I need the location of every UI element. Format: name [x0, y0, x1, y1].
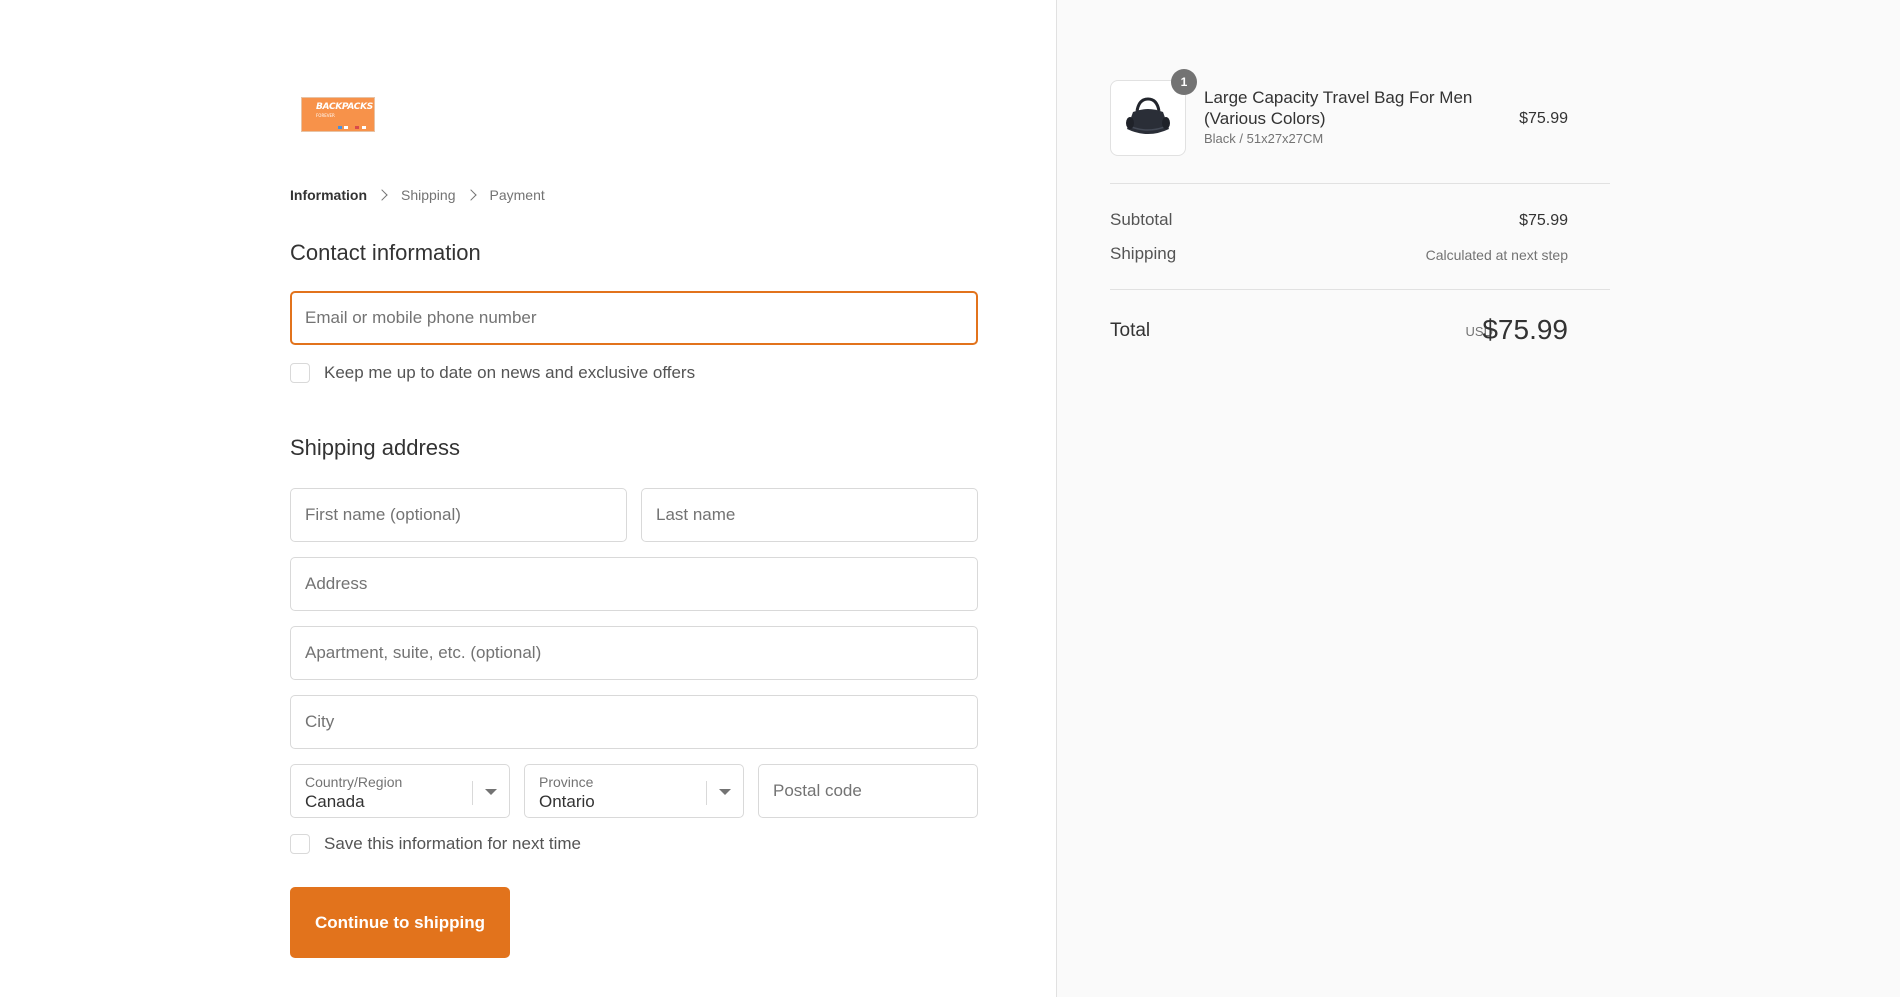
country-select[interactable]: Country/Region Canada	[290, 764, 510, 818]
postal-code-field[interactable]	[758, 764, 978, 818]
province-select-value: Ontario	[539, 792, 595, 811]
last-name-input[interactable]	[642, 489, 977, 541]
logo-dot-icon	[344, 126, 348, 129]
province-select[interactable]: Province Ontario	[524, 764, 744, 818]
apartment-field[interactable]	[290, 626, 978, 680]
email-input[interactable]	[292, 293, 976, 343]
country-select-label: Country/Region	[305, 774, 403, 790]
shipping-value: Calculated at next step	[1425, 247, 1568, 263]
breadcrumb-information[interactable]: Information	[290, 187, 367, 203]
quantity-badge: 1	[1171, 69, 1197, 95]
address-field[interactable]	[290, 557, 978, 611]
city-input[interactable]	[291, 696, 977, 748]
logo-dot-icon	[338, 126, 342, 129]
address-input[interactable]	[291, 558, 977, 610]
select-divider	[706, 781, 707, 805]
chevron-right-icon	[376, 189, 388, 201]
breadcrumb-payment: Payment	[489, 187, 545, 203]
logo-wordmark: BACKPACKS	[316, 102, 373, 112]
chevron-right-icon	[464, 189, 477, 201]
subtotal-label: Subtotal	[1110, 210, 1173, 229]
save-info-checkbox[interactable]	[290, 834, 310, 854]
divider	[1110, 183, 1610, 184]
caret-down-icon	[719, 789, 731, 795]
newsletter-label: Keep me up to date on news and exclusive…	[324, 363, 696, 382]
product-price: $75.99	[1519, 110, 1568, 127]
shipping-label: Shipping	[1110, 244, 1177, 263]
product-name: Large Capacity Travel Bag For Men (Vario…	[1204, 88, 1473, 128]
contact-section-title: Contact information	[290, 240, 481, 265]
order-summary-sidebar: 1 Large Capacity Travel Bag For Men (Var…	[1056, 0, 1900, 997]
logo-tagline: FOREVER	[316, 113, 335, 118]
breadcrumb-shipping: Shipping	[401, 187, 456, 203]
country-select-value: Canada	[305, 792, 365, 811]
continue-to-shipping-button[interactable]: Continue to shipping	[290, 887, 510, 958]
logo-dot-icon	[355, 126, 359, 129]
caret-down-icon	[485, 789, 497, 795]
select-divider	[472, 781, 473, 805]
newsletter-checkbox[interactable]	[290, 363, 310, 383]
first-name-field[interactable]	[290, 488, 627, 542]
save-info-label: Save this information for next time	[324, 834, 582, 853]
total-label: Total	[1110, 320, 1151, 341]
divider	[1110, 289, 1610, 290]
province-select-label: Province	[539, 774, 594, 790]
last-name-field[interactable]	[641, 488, 978, 542]
shipping-section-title: Shipping address	[290, 435, 461, 460]
city-field[interactable]	[290, 695, 978, 749]
first-name-input[interactable]	[291, 489, 626, 541]
save-info-option[interactable]: Save this information for next time	[290, 832, 581, 856]
subtotal-value: $75.99	[1519, 212, 1568, 229]
store-logo[interactable]: BACKPACKS FOREVER	[301, 97, 375, 132]
duffel-bag-icon	[1126, 97, 1170, 134]
breadcrumb: Information Shipping Payment	[290, 186, 545, 204]
total-value: $75.99	[1482, 314, 1568, 345]
product-variant: Black / 51x27x27CM	[1204, 131, 1324, 146]
email-field[interactable]	[290, 291, 978, 345]
apartment-input[interactable]	[291, 627, 977, 679]
postal-code-input[interactable]	[759, 765, 977, 817]
logo-dot-icon	[362, 126, 366, 129]
newsletter-option[interactable]: Keep me up to date on news and exclusive…	[290, 361, 695, 385]
